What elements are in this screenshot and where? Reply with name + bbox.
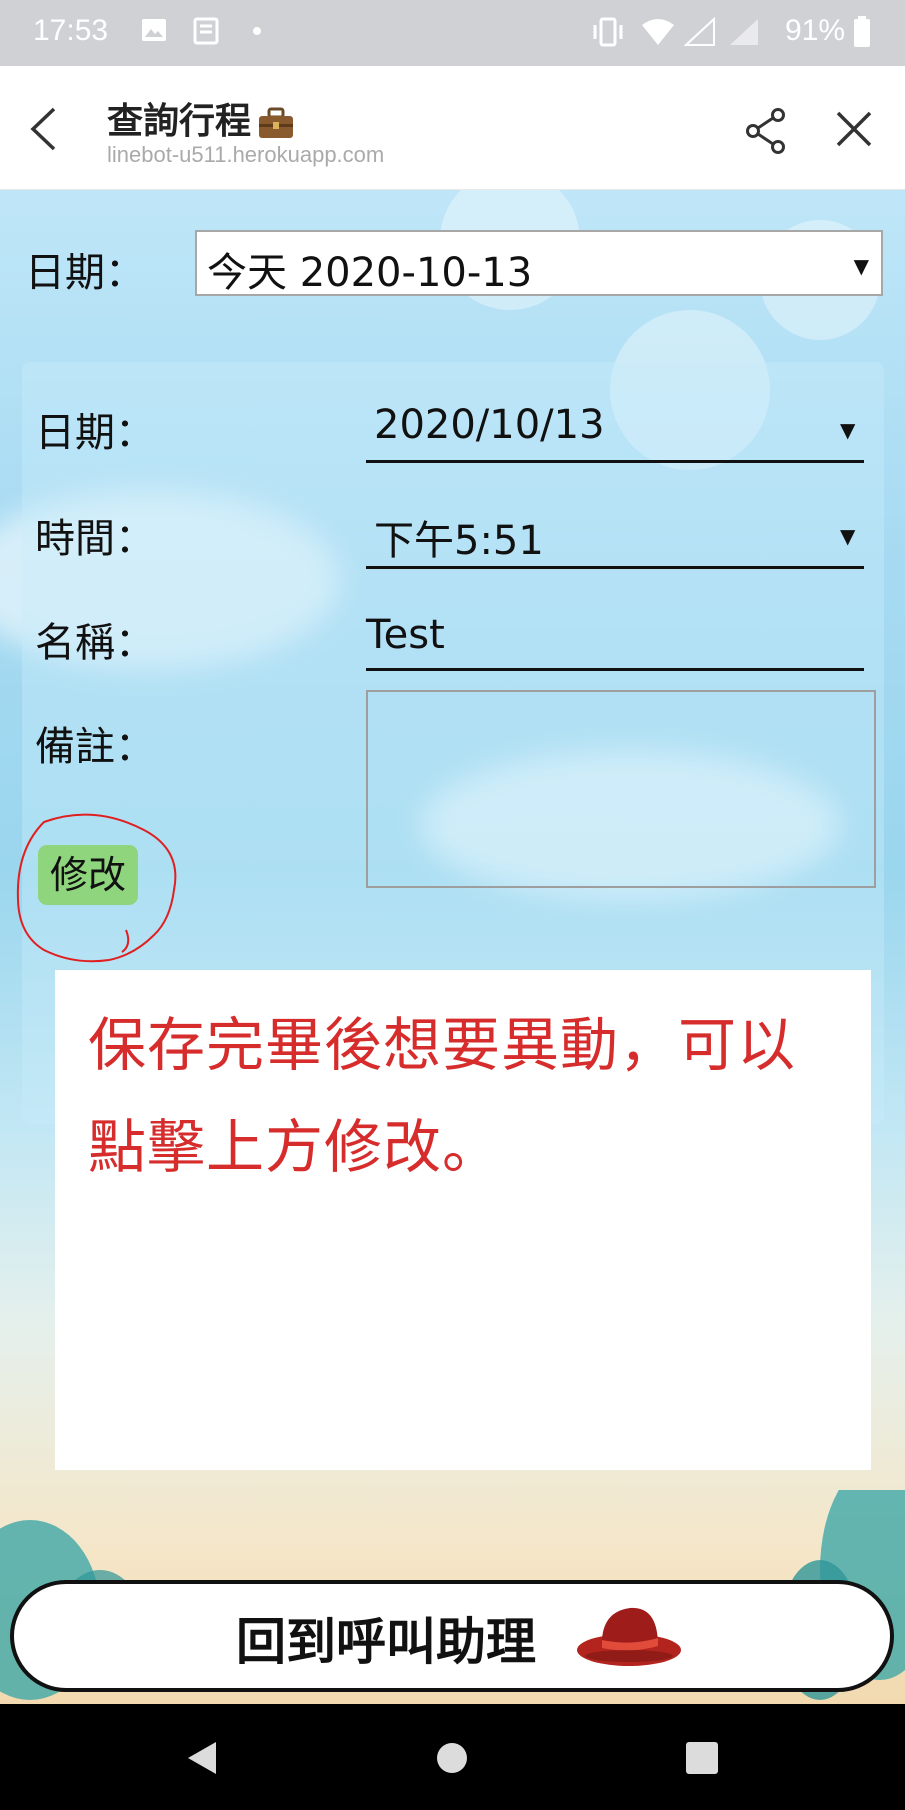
content-area: 日期： 今天 2020-10-13 ▼ 日期： 2020/10/13 ▼ 時間：… bbox=[0, 190, 905, 1704]
tip-card: 保存完畢後想要異動，可以點擊上方修改。 bbox=[55, 970, 871, 1470]
briefcase-icon bbox=[259, 107, 294, 138]
page-title: 查詢行程 bbox=[107, 92, 295, 144]
form-time-underline bbox=[366, 566, 864, 569]
date-filter-select[interactable]: 今天 2020-10-13 ▼ bbox=[195, 230, 883, 296]
date-filter-value: 今天 2020-10-13 bbox=[207, 250, 533, 296]
dropdown-arrow-icon: ▼ bbox=[853, 254, 869, 278]
chevron-left-icon[interactable] bbox=[28, 106, 58, 152]
battery-icon bbox=[854, 16, 870, 47]
form-name-underline bbox=[366, 668, 864, 671]
form-notes-label: 備註： bbox=[35, 724, 155, 770]
nav-home-icon[interactable] bbox=[434, 1740, 470, 1776]
page-title-text: 查詢行程 bbox=[107, 101, 252, 142]
back-to-assistant-button[interactable]: 回到呼叫助理 bbox=[10, 1580, 894, 1692]
tip-text: 保存完畢後想要異動，可以點擊上方修改。 bbox=[88, 1011, 797, 1181]
dropdown-arrow-icon: ▼ bbox=[840, 418, 856, 442]
share-icon[interactable] bbox=[745, 108, 787, 154]
form-name-value: Test bbox=[366, 612, 445, 658]
dropdown-arrow-icon: ▼ bbox=[840, 524, 856, 548]
vibrate-icon bbox=[593, 17, 623, 47]
form-name-label: 名稱： bbox=[35, 620, 155, 666]
nav-back-icon[interactable] bbox=[184, 1740, 220, 1776]
dot-icon bbox=[253, 27, 261, 35]
form-notes-textarea[interactable] bbox=[366, 690, 876, 888]
status-time: 17:53 bbox=[33, 14, 109, 47]
status-bar: 17:53 91% bbox=[0, 0, 905, 66]
signal-icon bbox=[684, 17, 715, 46]
signal-icon bbox=[730, 19, 758, 45]
form-time-label: 時間： bbox=[35, 516, 155, 562]
form-date-underline bbox=[366, 460, 864, 463]
date-filter-label: 日期： bbox=[25, 250, 145, 296]
form-date-label: 日期： bbox=[35, 410, 155, 456]
nav-recents-icon[interactable] bbox=[684, 1740, 720, 1776]
wifi-icon bbox=[642, 19, 674, 45]
battery-percent: 91% bbox=[784, 14, 845, 47]
form-time-value: 下午5:51 bbox=[374, 518, 544, 564]
android-nav-bar bbox=[0, 1704, 905, 1810]
page-url: linebot-u511.herokuapp.com bbox=[107, 142, 385, 167]
app-header: 查詢行程 linebot-u511.herokuapp.com bbox=[0, 66, 905, 190]
form-date-value: 2020/10/13 bbox=[374, 402, 605, 448]
annotation-circle bbox=[16, 813, 177, 963]
back-to-assistant-label: 回到呼叫助理 bbox=[236, 1613, 536, 1671]
news-icon bbox=[193, 17, 219, 45]
image-icon bbox=[142, 19, 166, 41]
close-icon[interactable] bbox=[835, 110, 873, 148]
hat-icon bbox=[577, 1607, 681, 1666]
